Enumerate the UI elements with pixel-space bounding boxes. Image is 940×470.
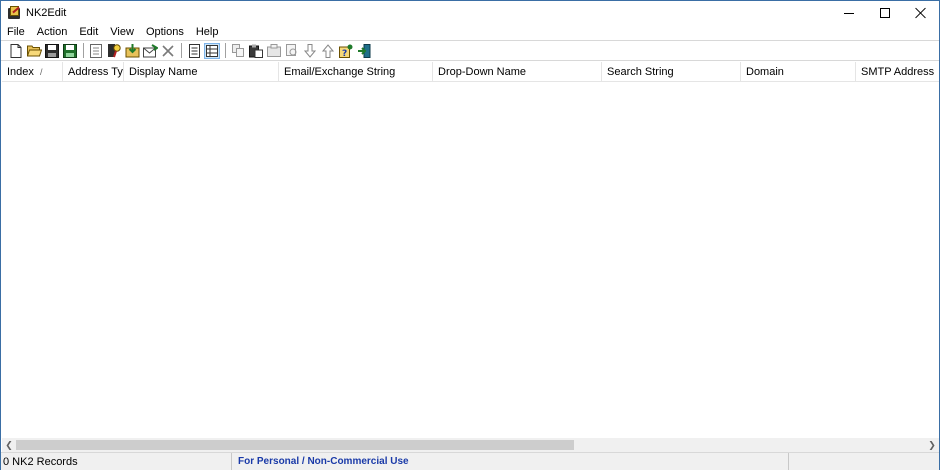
clipboard-icon xyxy=(267,44,281,57)
column-header-address-type[interactable]: Address Ty... xyxy=(63,62,124,82)
help-icon: ? xyxy=(339,44,353,58)
menu-help[interactable]: Help xyxy=(190,25,225,40)
column-header-email-exchange-string[interactable]: Email/Exchange String xyxy=(279,62,433,82)
column-header-search-string[interactable]: Search String xyxy=(602,62,741,82)
details-view-button[interactable] xyxy=(186,43,202,59)
delete-icon xyxy=(162,44,174,57)
maximize-icon xyxy=(880,8,890,18)
column-header-domain[interactable]: Domain xyxy=(741,62,856,82)
help-button[interactable]: ? xyxy=(338,43,354,59)
move-down-icon xyxy=(304,43,316,58)
email-icon xyxy=(142,43,158,57)
chevron-left-icon: ❮ xyxy=(5,439,13,450)
nk2-records-list[interactable]: Index / Address Ty... Display Name Email… xyxy=(2,62,939,438)
import-button[interactable] xyxy=(124,43,140,59)
grid-view-button[interactable] xyxy=(204,42,220,59)
exit-icon xyxy=(358,43,371,58)
move-button[interactable] xyxy=(284,43,300,59)
save-as-icon xyxy=(63,43,77,58)
scroll-left-button[interactable]: ❮ xyxy=(2,438,16,452)
minimize-icon xyxy=(844,12,854,14)
menu-bar: File Action Edit View Options Help xyxy=(1,25,939,40)
properties-icon xyxy=(90,43,102,58)
toolbar-separator xyxy=(225,43,226,58)
status-bar: 0 NK2 Records For Personal / Non-Commerc… xyxy=(1,452,939,470)
delete-button[interactable] xyxy=(160,43,176,59)
open-folder-icon xyxy=(26,45,42,57)
license-notice: For Personal / Non-Commercial Use xyxy=(232,452,789,470)
horizontal-scrollbar[interactable]: ❮ ❯ xyxy=(2,438,939,452)
column-header-index[interactable]: Index / xyxy=(2,62,63,82)
chevron-right-icon: ❯ xyxy=(928,439,936,450)
column-header-drop-down-name[interactable]: Drop-Down Name xyxy=(433,62,602,82)
move-up-button[interactable] xyxy=(320,43,336,59)
find-icon xyxy=(107,44,121,58)
column-header-display-name[interactable]: Display Name xyxy=(124,62,279,82)
details-view-icon xyxy=(188,43,200,58)
move-down-button[interactable] xyxy=(302,43,318,59)
properties-button[interactable] xyxy=(88,43,104,59)
app-window: NK2Edit File Action Edit View Options He… xyxy=(0,0,940,470)
record-count: 0 NK2 Records xyxy=(1,452,232,470)
scrollbar-thumb[interactable] xyxy=(16,440,574,450)
email-button[interactable] xyxy=(142,43,158,59)
scroll-right-button[interactable]: ❯ xyxy=(925,438,939,452)
menu-options[interactable]: Options xyxy=(140,25,190,40)
find-button[interactable] xyxy=(106,43,122,59)
close-button[interactable] xyxy=(903,1,939,25)
minimize-button[interactable] xyxy=(831,1,867,25)
sort-indicator-icon: / xyxy=(40,67,43,77)
column-header-smtp-address[interactable]: SMTP Address xyxy=(856,62,939,82)
copy-icon xyxy=(231,44,244,57)
import-icon xyxy=(125,44,139,58)
toolbar: ? xyxy=(1,40,939,61)
open-button[interactable] xyxy=(26,43,42,59)
toolbar-separator xyxy=(181,43,182,58)
window-controls xyxy=(831,1,939,25)
grid-view-icon xyxy=(206,44,218,57)
maximize-button[interactable] xyxy=(867,1,903,25)
svg-text:?: ? xyxy=(342,49,347,58)
move-up-icon xyxy=(322,43,334,58)
menu-view[interactable]: View xyxy=(104,25,140,40)
window-title: NK2Edit xyxy=(26,7,67,19)
toolbar-separator xyxy=(83,43,84,58)
copy-button[interactable] xyxy=(230,43,246,59)
paste-button[interactable] xyxy=(248,43,264,59)
list-header: Index / Address Ty... Display Name Email… xyxy=(2,62,939,82)
save-as-button[interactable] xyxy=(62,43,78,59)
menu-file[interactable]: File xyxy=(1,25,31,40)
new-file-icon xyxy=(10,43,22,58)
app-logo-icon[interactable] xyxy=(7,6,21,20)
status-panel-empty xyxy=(789,453,939,470)
clipboard-button[interactable] xyxy=(266,43,282,59)
save-button[interactable] xyxy=(44,43,60,59)
save-icon xyxy=(45,43,59,58)
exit-button[interactable] xyxy=(356,43,372,59)
menu-action[interactable]: Action xyxy=(31,25,74,40)
title-bar[interactable]: NK2Edit xyxy=(1,1,939,25)
paste-icon xyxy=(249,44,263,58)
new-file-button[interactable] xyxy=(8,43,24,59)
close-icon xyxy=(915,7,927,19)
menu-edit[interactable]: Edit xyxy=(73,25,104,40)
move-icon xyxy=(286,44,297,56)
